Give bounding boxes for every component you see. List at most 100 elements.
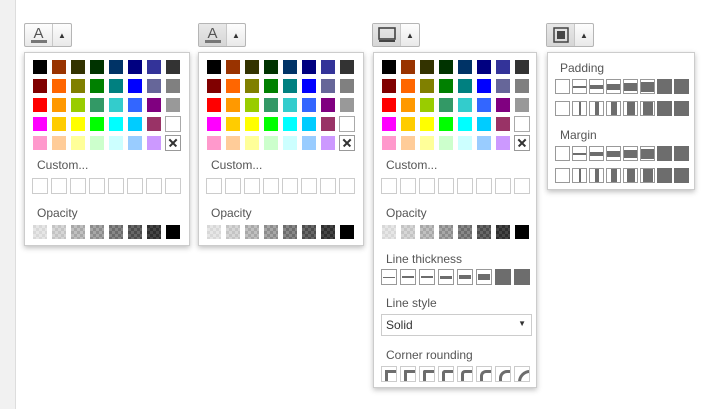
color-swatch[interactable] [263, 135, 279, 151]
color-swatch[interactable] [457, 78, 473, 94]
color-swatch[interactable] [108, 78, 124, 94]
corner-rounding-option[interactable] [381, 366, 397, 382]
color-swatch[interactable] [206, 78, 222, 94]
color-swatch[interactable] [51, 97, 67, 113]
custom-color-slot[interactable] [70, 178, 86, 194]
custom-color-slot[interactable] [206, 178, 222, 194]
line-thickness-option[interactable] [495, 269, 511, 285]
color-swatch[interactable] [457, 116, 473, 132]
color-swatch[interactable] [495, 97, 511, 113]
custom-color-slot[interactable] [320, 178, 336, 194]
color-swatch[interactable] [70, 97, 86, 113]
spacing-option[interactable] [589, 146, 604, 161]
color-swatch[interactable] [457, 59, 473, 75]
color-swatch[interactable] [70, 135, 86, 151]
color-swatch[interactable] [108, 97, 124, 113]
color-swatch[interactable] [301, 97, 317, 113]
custom-color-slot[interactable] [339, 178, 355, 194]
opacity-swatch[interactable] [263, 224, 279, 240]
custom-color-slot[interactable] [263, 178, 279, 194]
color-swatch[interactable] [514, 59, 530, 75]
color-swatch[interactable] [301, 78, 317, 94]
color-swatch[interactable] [244, 78, 260, 94]
color-swatch[interactable] [381, 135, 397, 151]
color-swatch[interactable] [51, 78, 67, 94]
spacing-option[interactable] [640, 101, 655, 116]
opacity-swatch[interactable] [514, 224, 530, 240]
opacity-swatch[interactable] [476, 224, 492, 240]
spacing-option[interactable] [555, 146, 570, 161]
color-swatch[interactable] [165, 59, 181, 75]
corner-rounding-option[interactable] [495, 366, 511, 382]
color-swatch[interactable] [244, 59, 260, 75]
custom-label[interactable]: Custom... [386, 158, 437, 172]
spacing-option[interactable] [555, 101, 570, 116]
color-swatch[interactable] [457, 97, 473, 113]
custom-color-slot[interactable] [476, 178, 492, 194]
opacity-swatch[interactable] [108, 224, 124, 240]
color-swatch[interactable] [476, 59, 492, 75]
color-swatch[interactable] [206, 59, 222, 75]
spacing-option[interactable] [623, 79, 638, 94]
color-swatch[interactable] [282, 59, 298, 75]
spacing-option[interactable] [640, 146, 655, 161]
spacing-option[interactable] [589, 168, 604, 183]
custom-color-slot[interactable] [225, 178, 241, 194]
color-swatch[interactable] [320, 97, 336, 113]
color-swatch[interactable] [89, 78, 105, 94]
color-swatch[interactable] [32, 116, 48, 132]
opacity-swatch[interactable] [51, 224, 67, 240]
spacing-option[interactable] [555, 79, 570, 94]
corner-rounding-option[interactable] [419, 366, 435, 382]
chevron-up-icon[interactable]: ▲ [53, 24, 71, 46]
custom-color-slot[interactable] [419, 178, 435, 194]
spacing-option[interactable] [674, 146, 689, 161]
custom-color-slot[interactable] [165, 178, 181, 194]
line-thickness-option[interactable] [381, 269, 397, 285]
color-swatch[interactable] [206, 116, 222, 132]
line-thickness-option[interactable] [514, 269, 530, 285]
custom-color-slot[interactable] [282, 178, 298, 194]
color-swatch[interactable] [320, 116, 336, 132]
color-swatch[interactable] [476, 135, 492, 151]
color-swatch[interactable] [108, 116, 124, 132]
color-swatch[interactable] [127, 59, 143, 75]
color-swatch[interactable] [419, 116, 435, 132]
color-swatch[interactable] [51, 116, 67, 132]
background-color-button[interactable]: A ▲ [198, 23, 246, 47]
color-swatch[interactable] [108, 135, 124, 151]
color-swatch[interactable] [146, 97, 162, 113]
opacity-swatch[interactable] [495, 224, 511, 240]
color-swatch[interactable] [89, 59, 105, 75]
color-swatch[interactable] [225, 135, 241, 151]
text-color-icon[interactable]: A [25, 24, 53, 46]
custom-color-slot[interactable] [438, 178, 454, 194]
color-swatch[interactable] [495, 59, 511, 75]
color-swatch[interactable] [146, 59, 162, 75]
custom-color-slot[interactable] [32, 178, 48, 194]
color-swatch[interactable] [419, 78, 435, 94]
opacity-swatch[interactable] [165, 224, 181, 240]
spacing-option[interactable] [606, 168, 621, 183]
opacity-swatch[interactable] [301, 224, 317, 240]
spacing-option[interactable] [640, 79, 655, 94]
color-swatch[interactable] [381, 97, 397, 113]
no-color-swatch[interactable] [339, 135, 355, 151]
opacity-swatch[interactable] [457, 224, 473, 240]
custom-label[interactable]: Custom... [37, 158, 88, 172]
color-swatch[interactable] [339, 116, 355, 132]
spacing-option[interactable] [674, 101, 689, 116]
custom-color-slot[interactable] [381, 178, 397, 194]
spacing-option[interactable] [555, 168, 570, 183]
color-swatch[interactable] [263, 78, 279, 94]
spacing-option[interactable] [674, 168, 689, 183]
spacing-option[interactable] [657, 79, 672, 94]
line-thickness-option[interactable] [457, 269, 473, 285]
opacity-swatch[interactable] [419, 224, 435, 240]
chevron-up-icon[interactable]: ▲ [227, 24, 245, 46]
color-swatch[interactable] [495, 135, 511, 151]
color-swatch[interactable] [51, 59, 67, 75]
spacing-option[interactable] [589, 79, 604, 94]
color-swatch[interactable] [165, 116, 181, 132]
color-swatch[interactable] [438, 59, 454, 75]
